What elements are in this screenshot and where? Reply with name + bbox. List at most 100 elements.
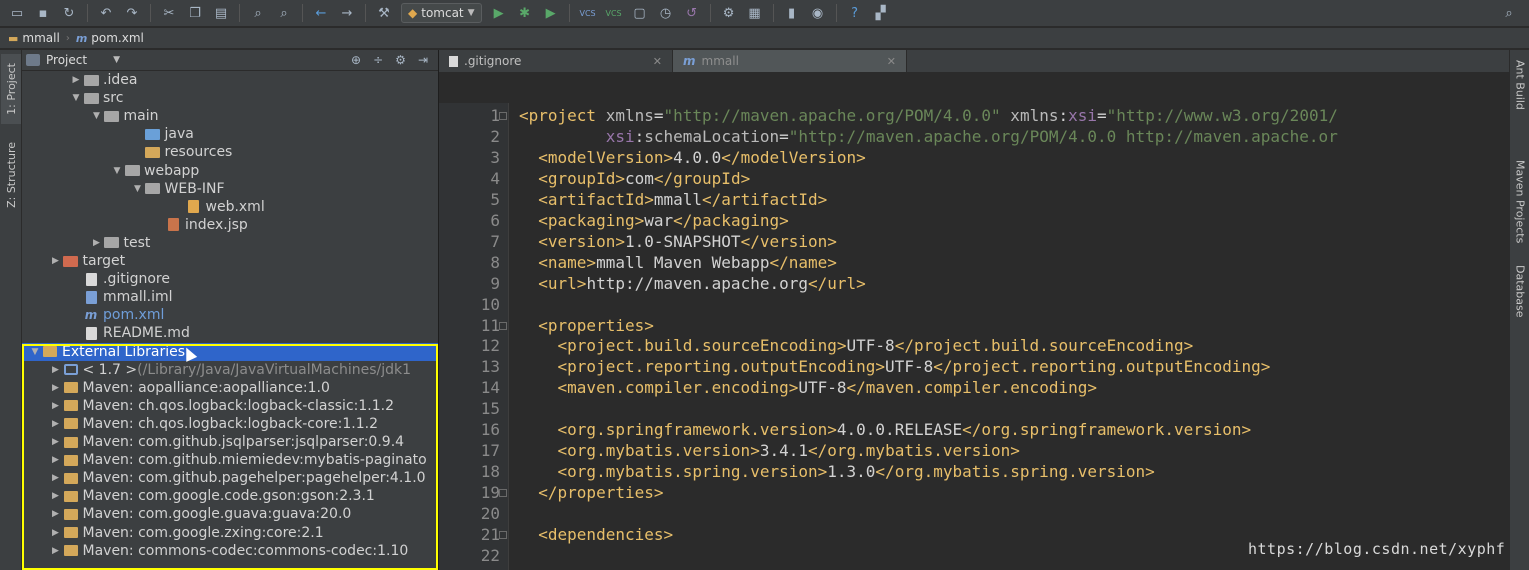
tree-item-lib-pagehelper[interactable]: ▶ Maven: com.github.pagehelper:pagehelper…: [22, 469, 438, 487]
tree-item-external-libraries[interactable]: ▼ External Libraries: [22, 342, 438, 361]
structure-tool-tab[interactable]: Z: Structure: [1, 130, 21, 220]
fold-marker-icon[interactable]: [499, 112, 507, 120]
coverage-icon[interactable]: ▶: [541, 3, 561, 23]
tab-pom[interactable]: m mmall ✕: [673, 50, 907, 72]
watermark: https://blog.csdn.net/xyphf: [1248, 540, 1506, 558]
expanded-arrow-icon[interactable]: ▼: [90, 111, 104, 121]
scroll-from-source-icon[interactable]: ⊕: [351, 53, 361, 67]
expanded-arrow-icon[interactable]: ▼: [131, 184, 145, 194]
tree-item-java[interactable]: java: [22, 125, 438, 143]
tree-item-test[interactable]: ▶ test: [22, 234, 438, 252]
replace-icon[interactable]: ⌕: [274, 3, 294, 23]
close-icon[interactable]: ✕: [653, 55, 662, 68]
tree-item-lib-jsqlparser[interactable]: ▶ Maven: com.github.jsqlparser:jsqlparser…: [22, 433, 438, 451]
collapsed-arrow-icon[interactable]: ▶: [49, 455, 63, 465]
expanded-arrow-icon[interactable]: ▼: [69, 93, 83, 103]
tree-item-index-jsp[interactable]: index.jsp: [22, 216, 438, 234]
sdk-icon[interactable]: ▮: [782, 3, 802, 23]
debug-icon[interactable]: ✱: [515, 3, 535, 23]
help-icon[interactable]: ?: [845, 3, 865, 23]
forward-icon[interactable]: →: [337, 3, 357, 23]
project-view-select[interactable]: Project ▼: [26, 53, 146, 67]
tree-item-web-inf[interactable]: ▼ WEB-INF: [22, 180, 438, 198]
fold-marker-icon[interactable]: [499, 321, 507, 330]
tree-item-main[interactable]: ▼ main: [22, 107, 438, 125]
tree-item-lib-gson[interactable]: ▶ Maven: com.google.code.gson:gson:2.3.1: [22, 487, 438, 505]
database-tool-tab[interactable]: Database: [1510, 265, 1529, 345]
copy-icon[interactable]: ❐: [185, 3, 205, 23]
breadcrumb-file[interactable]: m pom.xml: [76, 31, 144, 45]
save-icon[interactable]: ▪: [33, 3, 53, 23]
undo-icon[interactable]: ↶: [96, 3, 116, 23]
android-icon[interactable]: ◉: [808, 3, 828, 23]
file-icon: [83, 272, 99, 286]
collapsed-arrow-icon[interactable]: ▶: [49, 419, 63, 429]
open-folder-icon[interactable]: ▭: [7, 3, 27, 23]
collapsed-arrow-icon[interactable]: ▶: [49, 491, 63, 501]
tree-item-webapp[interactable]: ▼ webapp: [22, 162, 438, 180]
maven-projects-tool-tab[interactable]: Maven Projects: [1510, 160, 1529, 260]
paste-icon[interactable]: ▤: [211, 3, 231, 23]
hide-panel-icon[interactable]: ⇥: [418, 53, 428, 67]
redo-icon[interactable]: ↷: [122, 3, 142, 23]
tree-item-lib-zxing[interactable]: ▶ Maven: com.google.zxing:core:2.1: [22, 524, 438, 542]
tree-item-idea[interactable]: ▶ .idea: [22, 71, 438, 89]
tree-item-web-xml[interactable]: web.xml: [22, 198, 438, 216]
tree-item-readme[interactable]: README.md: [22, 324, 438, 342]
tree-item-lib-logback-core[interactable]: ▶ Maven: ch.qos.logback:logback-core:1.1.…: [22, 415, 438, 433]
settings-icon[interactable]: ⚙: [719, 3, 739, 23]
collapsed-arrow-icon[interactable]: ▶: [49, 383, 63, 393]
tasks-icon[interactable]: ▞: [871, 3, 891, 23]
collapsed-arrow-icon[interactable]: ▶: [90, 238, 104, 248]
search-everywhere-icon[interactable]: ⌕: [1499, 3, 1519, 23]
vcs-commit-icon[interactable]: VCS: [604, 3, 624, 23]
revert-icon[interactable]: ↺: [682, 3, 702, 23]
tree-item-target[interactable]: ▶ target: [22, 252, 438, 270]
tree-item-mmall-iml[interactable]: mmall.iml: [22, 288, 438, 306]
expanded-arrow-icon[interactable]: ▼: [28, 347, 42, 357]
tree-item-lib-logback-classic[interactable]: ▶ Maven: ch.qos.logback:logback-classic:1…: [22, 397, 438, 415]
close-icon[interactable]: ✕: [887, 55, 896, 68]
find-icon[interactable]: ⌕: [248, 3, 268, 23]
toolbar-separator: [150, 4, 151, 22]
collapsed-arrow-icon[interactable]: ▶: [69, 75, 83, 85]
code-editor[interactable]: <project xmlns="http://maven.apache.org/…: [519, 103, 1509, 570]
back-icon[interactable]: ←: [311, 3, 331, 23]
tree-item-lib-aopalliance[interactable]: ▶ Maven: aopalliance:aopalliance:1.0: [22, 379, 438, 397]
tree-item-gitignore[interactable]: .gitignore: [22, 270, 438, 288]
run-configuration-select[interactable]: ◆ tomcat ▼: [401, 3, 482, 23]
cut-icon[interactable]: ✂: [159, 3, 179, 23]
collapse-all-icon[interactable]: ÷: [373, 53, 383, 67]
vcs-icon[interactable]: ▢: [630, 3, 650, 23]
tree-item-lib-guava[interactable]: ▶ Maven: com.google.guava:guava:20.0: [22, 505, 438, 523]
tree-item-jdk[interactable]: ▶ < 1.7 > (/Library/Java/JavaVirtualMachi…: [22, 361, 438, 379]
sync-icon[interactable]: ↻: [59, 3, 79, 23]
history-icon[interactable]: ◷: [656, 3, 676, 23]
collapsed-arrow-icon[interactable]: ▶: [49, 365, 63, 375]
collapsed-arrow-icon[interactable]: ▶: [49, 256, 63, 266]
vcs-update-icon[interactable]: VCS: [578, 3, 598, 23]
expanded-arrow-icon[interactable]: ▼: [110, 166, 124, 176]
build-icon[interactable]: ⚒: [374, 3, 394, 23]
tab-gitignore[interactable]: .gitignore ✕: [439, 50, 673, 72]
breadcrumb-project[interactable]: ▬ mmall: [8, 31, 60, 45]
collapsed-arrow-icon[interactable]: ▶: [49, 528, 63, 538]
collapsed-arrow-icon[interactable]: ▶: [49, 473, 63, 483]
ant-build-tool-tab[interactable]: Ant Build: [1510, 60, 1529, 140]
collapsed-arrow-icon[interactable]: ▶: [49, 509, 63, 519]
tree-item-lib-mybatis-paginator[interactable]: ▶ Maven: com.github.miemiedev:mybatis-pag…: [22, 451, 438, 469]
tree-item-resources[interactable]: resources: [22, 143, 438, 161]
collapsed-arrow-icon[interactable]: ▶: [49, 546, 63, 556]
tree-item-src[interactable]: ▼ src: [22, 89, 438, 107]
project-tool-tab[interactable]: 1: Project: [1, 54, 21, 124]
tree-item-pom-xml[interactable]: m pom.xml: [22, 306, 438, 324]
run-icon[interactable]: ▶: [489, 3, 509, 23]
gear-icon[interactable]: ⚙: [395, 53, 406, 67]
fold-marker-icon[interactable]: [499, 531, 507, 539]
project-structure-icon[interactable]: ▦: [745, 3, 765, 23]
collapsed-arrow-icon[interactable]: ▶: [49, 437, 63, 447]
collapsed-arrow-icon[interactable]: ▶: [49, 401, 63, 411]
file-icon-shape: [85, 326, 97, 340]
tree-item-lib-commons-codec[interactable]: ▶ Maven: commons-codec:commons-codec:1.10: [22, 542, 438, 560]
fold-marker-icon[interactable]: [499, 489, 507, 498]
